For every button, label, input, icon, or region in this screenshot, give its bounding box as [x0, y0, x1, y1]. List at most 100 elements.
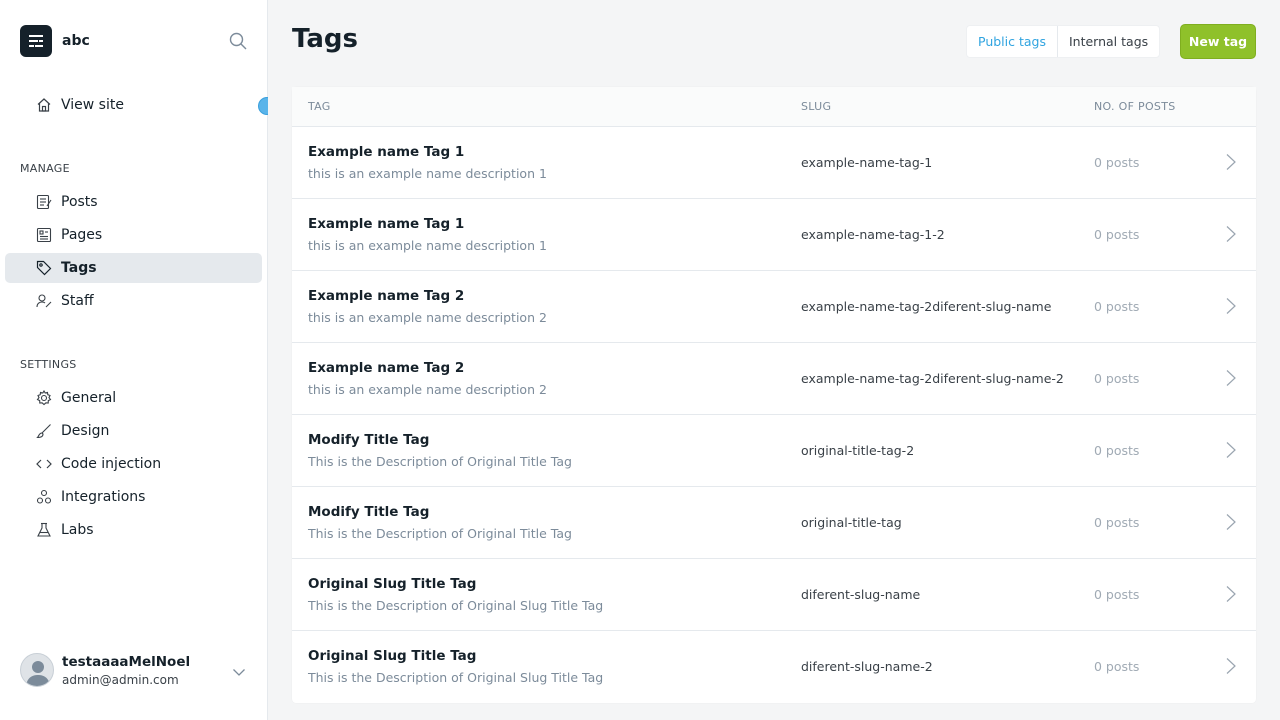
tag-slug: original-title-tag: [801, 515, 902, 530]
nav-integrations[interactable]: Integrations: [5, 482, 262, 512]
tag-description: this is an example name description 2: [308, 310, 547, 325]
avatar: [20, 653, 54, 687]
home-icon: [36, 97, 52, 113]
user-menu[interactable]: testaaaaMelNoel admin@admin.com: [20, 653, 190, 687]
table-row[interactable]: Example name Tag 1 this is an example na…: [292, 127, 1256, 199]
tag-slug: diferent-slug-name: [801, 587, 921, 602]
table-row[interactable]: Original Slug Title Tag This is the Desc…: [292, 631, 1256, 703]
chevron-right-icon: [1224, 513, 1238, 531]
nav-label: View site: [61, 97, 124, 113]
nav-label: Code injection: [61, 456, 162, 472]
public-tags-tab[interactable]: Public tags: [967, 26, 1057, 57]
tag-type-switch: Public tags Internal tags: [966, 25, 1161, 58]
column-header-posts: NO. OF POSTS: [1094, 100, 1176, 113]
manage-section-title: MANAGE: [20, 162, 70, 175]
table-header: TAG SLUG NO. OF POSTS: [292, 87, 1256, 127]
posts-icon: [36, 194, 52, 210]
tag-description: this is an example name description 2: [308, 382, 547, 397]
tag-post-count[interactable]: 0 posts: [1094, 443, 1139, 458]
nav-label: Labs: [61, 522, 94, 538]
tag-slug: example-name-tag-1: [801, 155, 933, 170]
chevron-right-icon: [1224, 369, 1238, 387]
column-header-tag: TAG: [308, 100, 331, 113]
main-content: Tags Public tags Internal tags New tag T…: [268, 0, 1280, 720]
nav-general[interactable]: General: [5, 383, 262, 413]
tag-name: Modify Title Tag: [308, 432, 430, 448]
flask-icon: [36, 522, 52, 538]
tag-post-count[interactable]: 0 posts: [1094, 227, 1139, 242]
nav-tags[interactable]: Tags: [5, 253, 262, 283]
table-row[interactable]: Original Slug Title Tag This is the Desc…: [292, 559, 1256, 631]
tag-post-count[interactable]: 0 posts: [1094, 155, 1139, 170]
tag-post-count[interactable]: 0 posts: [1094, 515, 1139, 530]
chevron-right-icon: [1224, 441, 1238, 459]
table-row[interactable]: Example name Tag 2 this is an example na…: [292, 271, 1256, 343]
tag-name: Original Slug Title Tag: [308, 576, 477, 592]
tag-slug: example-name-tag-2diferent-slug-name: [801, 299, 1052, 314]
table-row[interactable]: Modify Title Tag This is the Description…: [292, 415, 1256, 487]
nav-pages[interactable]: Pages: [5, 220, 262, 250]
table-row[interactable]: Modify Title Tag This is the Description…: [292, 487, 1256, 559]
site-name: abc: [62, 33, 90, 49]
new-tag-button[interactable]: New tag: [1180, 24, 1256, 59]
tag-slug: example-name-tag-1-2: [801, 227, 945, 242]
chevron-right-icon: [1224, 297, 1238, 315]
table-row[interactable]: Example name Tag 1 this is an example na…: [292, 199, 1256, 271]
tag-name: Example name Tag 2: [308, 288, 465, 304]
column-header-slug: SLUG: [801, 100, 832, 113]
nav-label: Posts: [61, 194, 98, 210]
search-icon[interactable]: [228, 31, 248, 51]
nav-labs[interactable]: Labs: [5, 515, 262, 545]
tag-post-count[interactable]: 0 posts: [1094, 587, 1139, 602]
tag-name: Example name Tag 1: [308, 216, 465, 232]
tag-description: This is the Description of Original Slug…: [308, 670, 604, 685]
tags-table: TAG SLUG NO. OF POSTS Example name Tag 1…: [292, 87, 1256, 703]
nav-code-injection[interactable]: Code injection: [5, 449, 262, 479]
nav-label: Tags: [61, 260, 97, 276]
tag-description: This is the Description of Original Titl…: [308, 454, 572, 469]
tag-slug: original-title-tag-2: [801, 443, 915, 458]
nav-design[interactable]: Design: [5, 416, 262, 446]
tag-icon: [36, 260, 52, 276]
gear-icon: [36, 389, 52, 406]
tag-post-count[interactable]: 0 posts: [1094, 659, 1139, 674]
nav-label: Integrations: [61, 489, 146, 505]
tag-description: This is the Description of Original Slug…: [308, 598, 604, 613]
nav-label: Staff: [61, 293, 94, 309]
pages-icon: [36, 227, 52, 243]
page-title: Tags: [292, 24, 359, 54]
nav-staff[interactable]: Staff: [5, 286, 262, 316]
user-name: testaaaaMelNoel: [62, 653, 191, 670]
brand[interactable]: abc: [20, 25, 90, 57]
tag-name: Modify Title Tag: [308, 504, 430, 520]
tag-description: This is the Description of Original Titl…: [308, 526, 572, 541]
chevron-right-icon: [1224, 153, 1238, 171]
nav-posts[interactable]: Posts: [5, 187, 262, 217]
tag-name: Original Slug Title Tag: [308, 648, 477, 664]
tag-description: this is an example name description 1: [308, 166, 547, 181]
nav-view-site[interactable]: View site: [5, 90, 262, 120]
brush-icon: [36, 423, 52, 439]
nav-label: Design: [61, 423, 110, 439]
user-email: admin@admin.com: [62, 672, 179, 687]
chevron-right-icon: [1224, 585, 1238, 603]
nav-label: General: [61, 390, 117, 406]
table-row[interactable]: Example name Tag 2 this is an example na…: [292, 343, 1256, 415]
settings-section-title: SETTINGS: [20, 358, 77, 371]
tag-description: this is an example name description 1: [308, 238, 547, 253]
tag-post-count[interactable]: 0 posts: [1094, 299, 1139, 314]
chevron-down-icon[interactable]: [232, 664, 246, 678]
integrations-icon: [36, 489, 52, 505]
tag-post-count[interactable]: 0 posts: [1094, 371, 1139, 386]
chevron-right-icon: [1224, 225, 1238, 243]
staff-icon: [36, 293, 52, 309]
site-logo-icon: [20, 25, 52, 57]
tag-slug: example-name-tag-2diferent-slug-name-2: [801, 371, 1064, 386]
code-icon: [36, 456, 52, 472]
nav-label: Pages: [61, 227, 103, 243]
chevron-right-icon: [1224, 657, 1238, 675]
internal-tags-tab[interactable]: Internal tags: [1056, 26, 1159, 57]
sidebar: abc View site MANAGE Posts Pages Tags St…: [0, 0, 276, 720]
tag-slug: diferent-slug-name-2: [801, 659, 933, 674]
tag-name: Example name Tag 1: [308, 144, 465, 160]
